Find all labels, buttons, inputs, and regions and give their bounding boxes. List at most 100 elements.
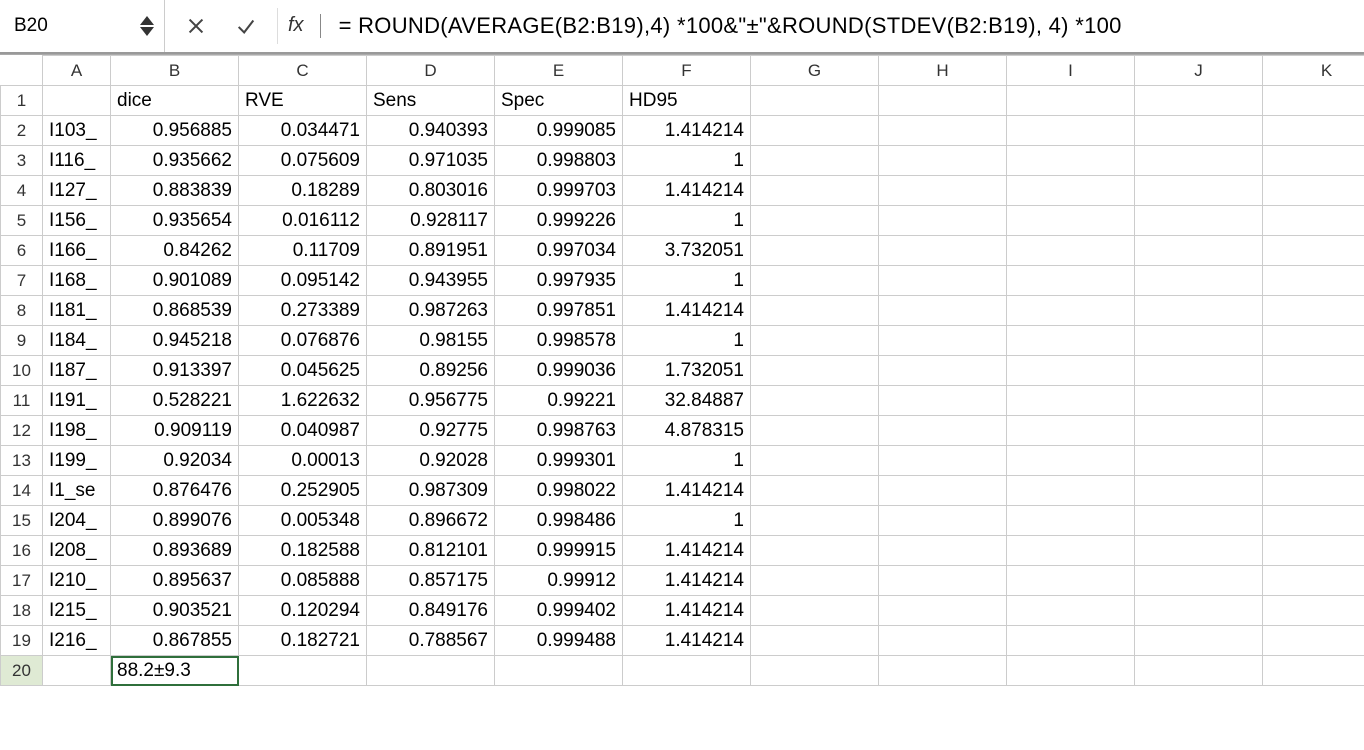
cell[interactable] <box>495 656 623 686</box>
cell[interactable] <box>751 536 879 566</box>
cell[interactable]: I210_ <box>43 566 111 596</box>
cell[interactable] <box>1263 326 1364 356</box>
cell[interactable]: 1 <box>623 506 751 536</box>
cell[interactable] <box>1135 536 1263 566</box>
cell[interactable]: I116_ <box>43 146 111 176</box>
cell[interactable]: 1 <box>623 266 751 296</box>
cell[interactable]: 0.120294 <box>239 596 367 626</box>
cell[interactable]: 0.896672 <box>367 506 495 536</box>
cell[interactable] <box>879 356 1007 386</box>
cell[interactable] <box>1135 386 1263 416</box>
cell[interactable] <box>1007 416 1135 446</box>
cell[interactable] <box>1135 116 1263 146</box>
cell[interactable]: 1.414214 <box>623 296 751 326</box>
cell[interactable] <box>1135 626 1263 656</box>
cell[interactable]: 0.812101 <box>367 536 495 566</box>
fx-label-wrap[interactable]: fx <box>277 8 331 44</box>
col-header-G[interactable]: G <box>751 56 879 86</box>
cell[interactable] <box>751 266 879 296</box>
row-header[interactable]: 16 <box>1 536 43 566</box>
cell[interactable]: 0.956775 <box>367 386 495 416</box>
cell[interactable] <box>751 626 879 656</box>
cell[interactable] <box>1135 326 1263 356</box>
cell[interactable]: 1.414214 <box>623 626 751 656</box>
cell[interactable] <box>1007 596 1135 626</box>
cell[interactable]: 0.928117 <box>367 206 495 236</box>
row-header[interactable]: 10 <box>1 356 43 386</box>
cell[interactable] <box>1007 356 1135 386</box>
cell[interactable] <box>751 236 879 266</box>
cell[interactable]: 0.999301 <box>495 446 623 476</box>
cell[interactable]: 0.849176 <box>367 596 495 626</box>
cell[interactable] <box>1135 596 1263 626</box>
cell[interactable] <box>1263 416 1364 446</box>
cell[interactable]: 1.414214 <box>623 116 751 146</box>
cell[interactable]: 0.92028 <box>367 446 495 476</box>
cell[interactable]: HD95 <box>623 86 751 116</box>
cell[interactable]: 0.997935 <box>495 266 623 296</box>
cell[interactable] <box>1007 236 1135 266</box>
cell[interactable]: 0.99221 <box>495 386 623 416</box>
col-header-F[interactable]: F <box>623 56 751 86</box>
cell[interactable]: 0.913397 <box>111 356 239 386</box>
cell[interactable] <box>1007 266 1135 296</box>
cell[interactable]: 0.11709 <box>239 236 367 266</box>
row-header[interactable]: 13 <box>1 446 43 476</box>
row-header[interactable]: 18 <box>1 596 43 626</box>
cell[interactable] <box>1007 626 1135 656</box>
cell[interactable]: 0.034471 <box>239 116 367 146</box>
cell[interactable]: 0.997034 <box>495 236 623 266</box>
cell[interactable]: I191_ <box>43 386 111 416</box>
row-header[interactable]: 4 <box>1 176 43 206</box>
cell[interactable]: 0.997851 <box>495 296 623 326</box>
cell[interactable]: 0.075609 <box>239 146 367 176</box>
cell[interactable]: 0.998803 <box>495 146 623 176</box>
cell[interactable]: I103_ <box>43 116 111 146</box>
cell[interactable] <box>1135 446 1263 476</box>
cell[interactable] <box>751 506 879 536</box>
cell[interactable]: 1 <box>623 446 751 476</box>
cell[interactable] <box>1263 596 1364 626</box>
cell[interactable]: 0.045625 <box>239 356 367 386</box>
cell[interactable] <box>1135 176 1263 206</box>
cell[interactable] <box>879 296 1007 326</box>
col-header-H[interactable]: H <box>879 56 1007 86</box>
cell[interactable] <box>1263 236 1364 266</box>
cell[interactable]: 0.891951 <box>367 236 495 266</box>
cell[interactable] <box>1263 536 1364 566</box>
cell[interactable]: 0.945218 <box>111 326 239 356</box>
cell[interactable]: 1 <box>623 206 751 236</box>
cell[interactable]: I166_ <box>43 236 111 266</box>
cell[interactable]: I198_ <box>43 416 111 446</box>
cell[interactable] <box>1007 566 1135 596</box>
cell[interactable]: 0.273389 <box>239 296 367 326</box>
row-header[interactable]: 19 <box>1 626 43 656</box>
cell[interactable]: 0.182588 <box>239 536 367 566</box>
cell[interactable] <box>1263 296 1364 326</box>
cell[interactable]: 1.622632 <box>239 386 367 416</box>
cell[interactable]: I156_ <box>43 206 111 236</box>
cell[interactable] <box>879 566 1007 596</box>
cell[interactable]: 0.095142 <box>239 266 367 296</box>
cell[interactable]: 0.999915 <box>495 536 623 566</box>
name-box[interactable]: B20 <box>0 0 165 52</box>
cell[interactable] <box>1135 206 1263 236</box>
cell[interactable]: 0.998578 <box>495 326 623 356</box>
cell[interactable]: 0.899076 <box>111 506 239 536</box>
cell[interactable]: 0.903521 <box>111 596 239 626</box>
cell[interactable] <box>43 86 111 116</box>
cell[interactable] <box>751 176 879 206</box>
cell[interactable]: 0.92034 <box>111 446 239 476</box>
cell[interactable] <box>879 176 1007 206</box>
cell[interactable] <box>751 416 879 446</box>
cell[interactable]: 0.940393 <box>367 116 495 146</box>
cell[interactable]: 0.99912 <box>495 566 623 596</box>
cell[interactable]: 0.999488 <box>495 626 623 656</box>
cell[interactable] <box>751 656 879 686</box>
cell[interactable]: 0.935654 <box>111 206 239 236</box>
cell[interactable]: 0.893689 <box>111 536 239 566</box>
col-header-C[interactable]: C <box>239 56 367 86</box>
cell[interactable] <box>623 656 751 686</box>
row-header[interactable]: 5 <box>1 206 43 236</box>
row-header[interactable]: 7 <box>1 266 43 296</box>
